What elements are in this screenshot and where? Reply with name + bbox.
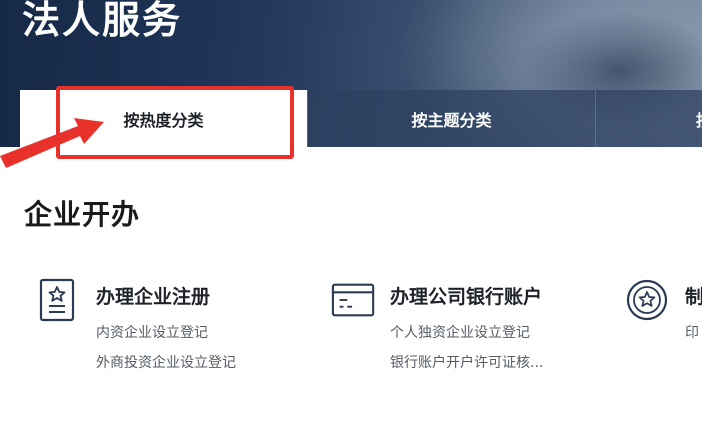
tab-by-topic[interactable]: 按主题分类 [307,90,595,147]
section-title: 企业开办 [24,198,141,231]
tab-by-popularity[interactable]: 按热度分类 [20,90,307,147]
star-seal-icon [626,279,668,321]
service-title[interactable]: 办理公司银行账户 [390,282,542,309]
service-link[interactable]: 内资企业设立登记 [96,322,208,342]
service-link[interactable]: 个人独资企业设立登记 [390,322,530,342]
service-title[interactable]: 制 [685,282,702,309]
service-title[interactable]: 办理企业注册 [96,282,210,309]
category-tabs: 按热度分类 按主题分类 按 [20,90,702,147]
page-title: 法人服务 [22,0,183,42]
bank-card-icon [331,283,375,317]
certificate-star-icon [39,278,75,322]
service-link[interactable]: 印 [685,322,699,342]
service-link[interactable]: 外商投资企业设立登记 [96,352,236,372]
service-link[interactable]: 银行账户开户许可证核... [390,352,543,372]
tab-third-partial[interactable]: 按 [595,90,702,147]
